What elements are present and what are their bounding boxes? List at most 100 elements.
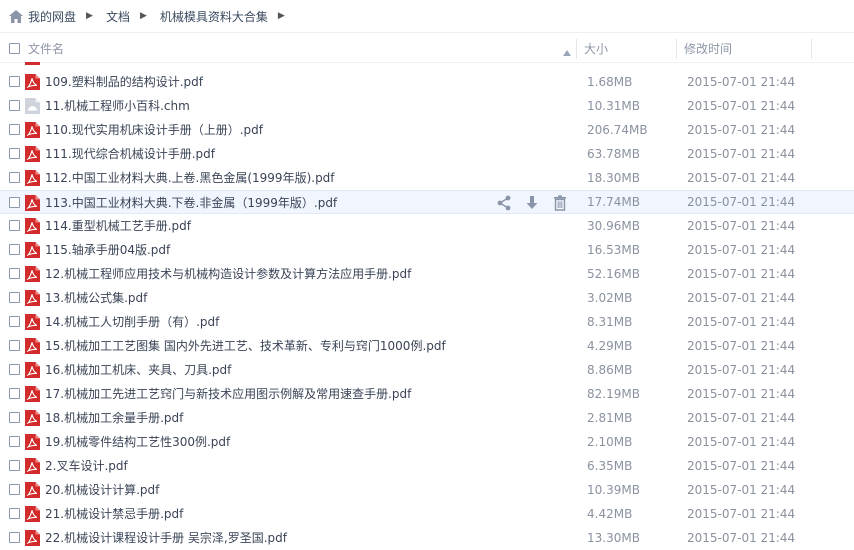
file-modified: 2015-07-01 21:44 <box>687 363 796 377</box>
file-name[interactable]: 15.机械加工工艺图集 国内外先进工艺、技术革新、专利与窍门1000例.pdf <box>45 334 446 358</box>
row-checkbox[interactable] <box>9 484 20 495</box>
breadcrumb-item-current-folder[interactable]: 机械模具资料大合集 <box>160 8 268 25</box>
file-name[interactable]: 18.机械加工余量手册.pdf <box>45 406 183 430</box>
file-name[interactable]: 109.塑料制品的结构设计.pdf <box>45 70 203 94</box>
file-row[interactable]: 20.机械设计计算.pdf 10.39MB 2015-07-01 21:44 <box>0 478 854 502</box>
file-row[interactable]: 22.机械设计课程设计手册 吴宗泽,罗圣国.pdf 13.30MB 2015-0… <box>0 526 854 550</box>
file-name[interactable]: 16.机械加工机床、夹具、刀具.pdf <box>45 358 231 382</box>
file-size: 8.86MB <box>587 363 633 377</box>
breadcrumb-item-documents[interactable]: 文档 <box>106 8 130 25</box>
file-name[interactable]: 113.中国工业材料大典.下卷.非金属（1999年版）.pdf <box>45 191 337 215</box>
file-name[interactable]: 2.叉车设计.pdf <box>45 454 128 478</box>
file-size: 13.30MB <box>587 531 640 545</box>
file-row[interactable]: 19.机械零件结构工艺性300例.pdf 2.10MB 2015-07-01 2… <box>0 430 854 454</box>
file-name[interactable]: 12.机械工程师应用技术与机械构造设计参数及计算方法应用手册.pdf <box>45 262 411 286</box>
column-divider[interactable] <box>811 39 812 59</box>
file-modified: 2015-07-01 21:44 <box>687 243 796 257</box>
file-modified: 2015-07-01 21:44 <box>687 99 796 113</box>
file-name[interactable]: 21.机械设计禁忌手册.pdf <box>45 502 183 526</box>
file-modified: 2015-07-01 21:44 <box>687 267 796 281</box>
file-name[interactable]: 110.现代实用机床设计手册（上册）.pdf <box>45 118 263 142</box>
row-checkbox[interactable] <box>9 244 20 255</box>
pdf-icon <box>25 290 40 306</box>
file-row[interactable]: 21.机械设计禁忌手册.pdf 4.42MB 2015-07-01 21:44 <box>0 502 854 526</box>
file-row[interactable]: 16.机械加工机床、夹具、刀具.pdf 8.86MB 2015-07-01 21… <box>0 358 854 382</box>
chevron-right-icon: ▶ <box>86 11 93 21</box>
row-checkbox[interactable] <box>9 172 20 183</box>
file-size: 8.31MB <box>587 315 633 329</box>
pdf-icon <box>25 338 40 354</box>
row-checkbox[interactable] <box>9 220 20 231</box>
file-modified: 2015-07-01 21:44 <box>687 339 796 353</box>
file-row[interactable]: 12.机械工程师应用技术与机械构造设计参数及计算方法应用手册.pdf 52.16… <box>0 262 854 286</box>
file-row[interactable]: 15.机械加工工艺图集 国内外先进工艺、技术革新、专利与窍门1000例.pdf … <box>0 334 854 358</box>
pdf-icon <box>25 266 40 282</box>
column-header-name[interactable]: 文件名 <box>28 36 64 62</box>
delete-icon[interactable] <box>551 194 569 212</box>
file-row[interactable]: 11.机械工程师小百科.chm 10.31MB 2015-07-01 21:44 <box>0 94 854 118</box>
sort-up-icon[interactable] <box>563 45 571 59</box>
file-size: 4.29MB <box>587 339 633 353</box>
file-name[interactable]: 17.机械加工先进工艺窍门与新技术应用图示例解及常用速查手册.pdf <box>45 382 411 406</box>
file-row[interactable]: 110.现代实用机床设计手册（上册）.pdf 206.74MB 2015-07-… <box>0 118 854 142</box>
row-checkbox[interactable] <box>9 148 20 159</box>
chevron-right-icon: ▶ <box>139 11 147 21</box>
row-checkbox[interactable] <box>9 532 20 543</box>
row-checkbox[interactable] <box>9 124 20 135</box>
file-row[interactable]: 18.机械加工余量手册.pdf 2.81MB 2015-07-01 21:44 <box>0 406 854 430</box>
file-modified: 2015-07-01 21:44 <box>687 387 796 401</box>
file-row[interactable]: 115.轴承手册04版.pdf 16.53MB 2015-07-01 21:44 <box>0 238 854 262</box>
file-name[interactable]: 11.机械工程师小百科.chm <box>45 94 190 118</box>
row-checkbox[interactable] <box>9 460 20 471</box>
row-checkbox[interactable] <box>9 436 20 447</box>
file-row[interactable]: 111.现代综合机械设计手册.pdf 63.78MB 2015-07-01 21… <box>0 142 854 166</box>
share-icon[interactable] <box>495 194 513 212</box>
row-checkbox[interactable] <box>9 197 20 208</box>
file-modified: 2015-07-01 21:44 <box>687 435 796 449</box>
row-checkbox[interactable] <box>9 316 20 327</box>
file-row-hovered[interactable]: 113.中国工业材料大典.下卷.非金属（1999年版）.pdf 17.74MB … <box>0 190 854 214</box>
breadcrumb: 我的网盘 ▶ 文档 ▶ 机械模具资料大合集 ▶ <box>0 0 854 33</box>
file-size: 82.19MB <box>587 387 640 401</box>
column-divider[interactable] <box>576 39 577 59</box>
file-row[interactable]: 14.机械工人切削手册（有）.pdf 8.31MB 2015-07-01 21:… <box>0 310 854 334</box>
row-checkbox[interactable] <box>9 364 20 375</box>
file-name[interactable]: 22.机械设计课程设计手册 吴宗泽,罗圣国.pdf <box>45 526 287 550</box>
row-checkbox[interactable] <box>9 340 20 351</box>
file-name[interactable]: 111.现代综合机械设计手册.pdf <box>45 142 215 166</box>
file-size: 10.39MB <box>587 483 640 497</box>
file-name[interactable]: 14.机械工人切削手册（有）.pdf <box>45 310 219 334</box>
file-name[interactable]: 112.中国工业材料大典.上卷.黑色金属(1999年版).pdf <box>45 166 335 190</box>
column-divider[interactable] <box>676 39 677 59</box>
pdf-icon <box>25 218 40 234</box>
file-size: 2.10MB <box>587 435 633 449</box>
breadcrumb-item-my-drive[interactable]: 我的网盘 <box>28 8 76 25</box>
home-icon[interactable] <box>8 8 24 24</box>
column-header-modified[interactable]: 修改时间 <box>684 36 732 62</box>
row-checkbox[interactable] <box>9 412 20 423</box>
file-size: 18.30MB <box>587 171 640 185</box>
row-checkbox[interactable] <box>9 76 20 87</box>
column-header-size[interactable]: 大小 <box>584 36 608 62</box>
pdf-icon <box>25 74 40 90</box>
select-all-checkbox[interactable] <box>9 43 20 54</box>
file-name[interactable]: 114.重型机械工艺手册.pdf <box>45 214 191 238</box>
file-row[interactable]: 13.机械公式集.pdf 3.02MB 2015-07-01 21:44 <box>0 286 854 310</box>
file-row[interactable]: 2.叉车设计.pdf 6.35MB 2015-07-01 21:44 <box>0 454 854 478</box>
row-checkbox[interactable] <box>9 388 20 399</box>
file-row[interactable]: 109.塑料制品的结构设计.pdf 1.68MB 2015-07-01 21:4… <box>0 70 854 94</box>
file-name[interactable]: 19.机械零件结构工艺性300例.pdf <box>45 430 230 454</box>
file-row[interactable]: 112.中国工业材料大典.上卷.黑色金属(1999年版).pdf 18.30MB… <box>0 166 854 190</box>
file-row[interactable]: 17.机械加工先进工艺窍门与新技术应用图示例解及常用速查手册.pdf 82.19… <box>0 382 854 406</box>
pdf-icon <box>25 362 40 378</box>
file-name[interactable]: 115.轴承手册04版.pdf <box>45 238 170 262</box>
pdf-icon <box>25 146 40 162</box>
download-icon[interactable] <box>523 194 541 212</box>
file-row[interactable]: 114.重型机械工艺手册.pdf 30.96MB 2015-07-01 21:4… <box>0 214 854 238</box>
row-checkbox[interactable] <box>9 292 20 303</box>
file-name[interactable]: 13.机械公式集.pdf <box>45 286 147 310</box>
row-checkbox[interactable] <box>9 100 20 111</box>
row-checkbox[interactable] <box>9 268 20 279</box>
file-name[interactable]: 20.机械设计计算.pdf <box>45 478 159 502</box>
row-checkbox[interactable] <box>9 508 20 519</box>
